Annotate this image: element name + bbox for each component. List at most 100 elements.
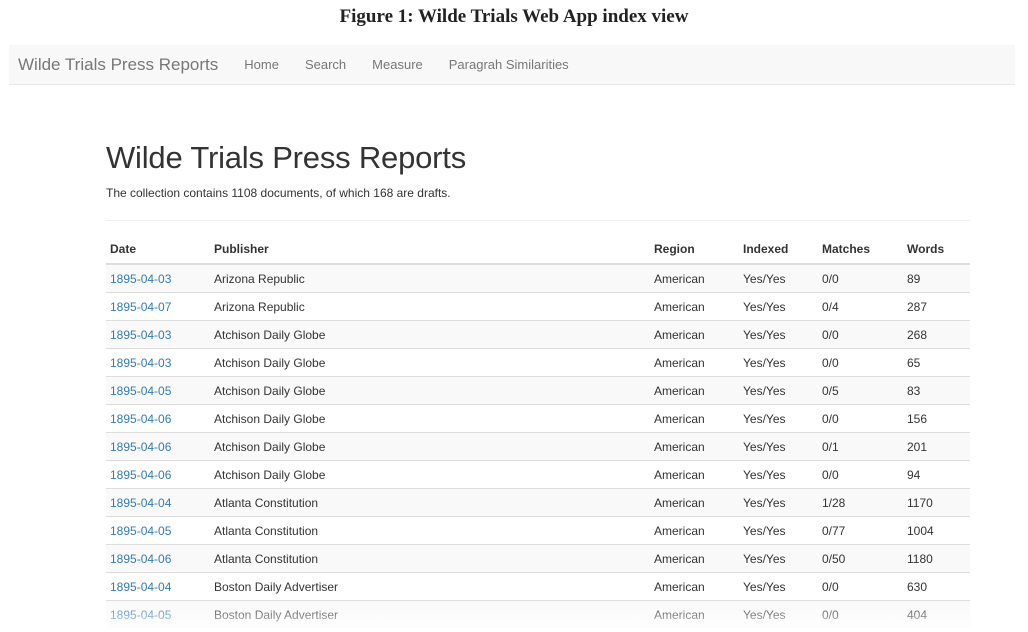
cell-words: 83: [903, 376, 970, 405]
cell-indexed: Yes/Yes: [739, 460, 818, 489]
cell-region: American: [650, 292, 739, 321]
cell-publisher: Atchison Daily Globe: [210, 320, 650, 349]
cell-date: 1895-04-06: [106, 460, 210, 489]
date-link[interactable]: 1895-04-05: [110, 384, 171, 398]
documents-table: Date Publisher Region Indexed Matches Wo…: [106, 235, 970, 628]
divider: [106, 220, 970, 221]
cell-region: American: [650, 600, 739, 628]
date-link[interactable]: 1895-04-05: [110, 608, 171, 622]
date-link[interactable]: 1895-04-06: [110, 412, 171, 426]
cell-matches: 0/50: [818, 544, 903, 573]
cell-matches: 0/0: [818, 600, 903, 628]
cell-matches: 0/5: [818, 376, 903, 405]
date-link[interactable]: 1895-04-07: [110, 300, 171, 314]
date-link[interactable]: 1895-04-03: [110, 356, 171, 370]
cell-indexed: Yes/Yes: [739, 348, 818, 377]
cell-words: 404: [903, 600, 970, 628]
cell-words: 89: [903, 263, 970, 293]
date-link[interactable]: 1895-04-06: [110, 468, 171, 482]
cell-indexed: Yes/Yes: [739, 572, 818, 601]
column-header-region[interactable]: Region: [650, 235, 739, 265]
table-row: 1895-04-03 Atchison Daily Globe American Ye…: [106, 348, 970, 377]
cell-matches: 0/0: [818, 572, 903, 601]
cell-words: 201: [903, 432, 970, 461]
cell-region: American: [650, 516, 739, 545]
table-row: 1895-04-03 Atchison Daily Globe American Ye…: [106, 320, 970, 349]
date-link[interactable]: 1895-04-05: [110, 524, 171, 538]
cell-matches: 0/77: [818, 516, 903, 545]
cell-publisher: Atchison Daily Globe: [210, 348, 650, 377]
column-header-date[interactable]: Date: [106, 235, 210, 265]
date-link[interactable]: 1895-04-06: [110, 440, 171, 454]
cell-region: American: [650, 376, 739, 405]
nav-link-home[interactable]: Home: [244, 57, 279, 72]
date-link[interactable]: 1895-04-04: [110, 496, 171, 510]
table-row: 1895-04-04 Boston Daily Advertiser America…: [106, 572, 970, 601]
nav-link-search[interactable]: Search: [305, 57, 346, 72]
cell-date: 1895-04-05: [106, 376, 210, 405]
cell-publisher: Arizona Republic: [210, 292, 650, 321]
column-header-matches[interactable]: Matches: [818, 235, 903, 265]
cell-region: American: [650, 348, 739, 377]
cell-publisher: Atchison Daily Globe: [210, 404, 650, 433]
collection-summary: The collection contains 1108 documents, …: [106, 186, 451, 200]
date-link[interactable]: 1895-04-03: [110, 272, 171, 286]
cell-region: American: [650, 320, 739, 349]
cell-matches: 0/4: [818, 292, 903, 321]
nav-link-paragraph-similarities[interactable]: Paragrah Similarities: [449, 57, 569, 72]
table-row: 1895-04-06 Atchison Daily Globe American Ye…: [106, 460, 970, 489]
table-row: 1895-04-05 Atchison Daily Globe American Ye…: [106, 376, 970, 405]
cell-date: 1895-04-04: [106, 488, 210, 517]
cell-publisher: Boston Daily Advertiser: [210, 572, 650, 601]
table-row: 1895-04-04 Atlanta Constitution American Ye…: [106, 488, 970, 517]
cell-region: American: [650, 544, 739, 573]
cell-words: 1170: [903, 488, 970, 517]
table-row: 1895-04-05 Boston Daily Advertiser America…: [106, 600, 970, 628]
cell-publisher: Atlanta Constitution: [210, 488, 650, 517]
cell-indexed: Yes/Yes: [739, 376, 818, 405]
cell-date: 1895-04-05: [106, 600, 210, 628]
cell-indexed: Yes/Yes: [739, 404, 818, 433]
cell-words: 1004: [903, 516, 970, 545]
cell-words: 94: [903, 460, 970, 489]
table-row: 1895-04-06 Atchison Daily Globe American Ye…: [106, 432, 970, 461]
figure-caption: Figure 1: Wilde Trials Web App index vie…: [339, 6, 689, 27]
cell-date: 1895-04-06: [106, 432, 210, 461]
cell-indexed: Yes/Yes: [739, 292, 818, 321]
table-body: 1895-04-03 Arizona Republic American Yes/Ye…: [106, 263, 970, 628]
cell-indexed: Yes/Yes: [739, 600, 818, 628]
cell-publisher: Atlanta Constitution: [210, 544, 650, 573]
cell-indexed: Yes/Yes: [739, 320, 818, 349]
cell-date: 1895-04-05: [106, 516, 210, 545]
navbar: Wilde Trials Press Reports Home Search M…: [9, 45, 1015, 85]
column-header-publisher[interactable]: Publisher: [210, 235, 650, 265]
date-link[interactable]: 1895-04-03: [110, 328, 171, 342]
cell-publisher: Atchison Daily Globe: [210, 460, 650, 489]
cell-words: 268: [903, 320, 970, 349]
cell-indexed: Yes/Yes: [739, 544, 818, 573]
cell-publisher: Atchison Daily Globe: [210, 376, 650, 405]
cell-date: 1895-04-03: [106, 263, 210, 293]
cell-region: American: [650, 432, 739, 461]
cell-matches: 0/0: [818, 404, 903, 433]
navbar-brand[interactable]: Wilde Trials Press Reports: [18, 55, 218, 75]
cell-region: American: [650, 460, 739, 489]
cell-indexed: Yes/Yes: [739, 488, 818, 517]
nav-link-measure[interactable]: Measure: [372, 57, 423, 72]
table-row: 1895-04-06 Atlanta Constitution American Ye…: [106, 544, 970, 573]
column-header-words[interactable]: Words: [903, 235, 970, 265]
column-header-indexed[interactable]: Indexed: [739, 235, 818, 265]
cell-words: 156: [903, 404, 970, 433]
cell-indexed: Yes/Yes: [739, 516, 818, 545]
cell-region: American: [650, 488, 739, 517]
cell-publisher: Atlanta Constitution: [210, 516, 650, 545]
cell-matches: 0/0: [818, 320, 903, 349]
cell-indexed: Yes/Yes: [739, 263, 818, 293]
date-link[interactable]: 1895-04-06: [110, 552, 171, 566]
table-row: 1895-04-07 Arizona Republic American Yes/Ye…: [106, 292, 970, 321]
cell-words: 1180: [903, 544, 970, 573]
table-row: 1895-04-06 Atchison Daily Globe American Ye…: [106, 404, 970, 433]
cell-publisher: Atchison Daily Globe: [210, 432, 650, 461]
cell-matches: 0/0: [818, 263, 903, 293]
date-link[interactable]: 1895-04-04: [110, 580, 171, 594]
